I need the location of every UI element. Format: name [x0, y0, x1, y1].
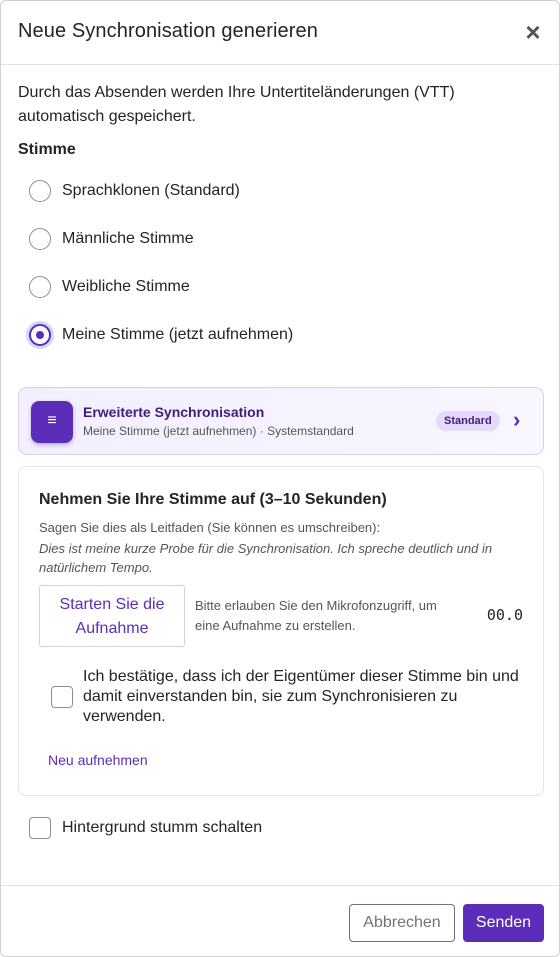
start-recording-button[interactable]: Starten Sie die Aufnahme	[39, 585, 185, 647]
radio-button[interactable]	[29, 180, 51, 202]
consent-label: Ich bestätige, dass ich der Eigentümer d…	[83, 668, 519, 725]
voice-option-label: Meine Stimme (jetzt aufnehmen)	[62, 326, 294, 343]
autosave-notice: Durch das Absenden werden Ihre Untertite…	[18, 84, 455, 125]
modal-header: Neue Synchronisation generieren ×	[1, 1, 559, 65]
modal-footer: Abbrechen Senden	[1, 885, 559, 957]
voice-section-label: Stimme	[18, 141, 76, 158]
recording-timer: 00.0	[486, 606, 523, 624]
standard-badge: Standard	[436, 411, 500, 431]
advanced-dubbing-title: Erweiterte Synchronisation	[83, 404, 265, 420]
radio-button[interactable]	[29, 276, 51, 298]
radio-button[interactable]	[29, 228, 51, 250]
radio-button-selected[interactable]	[29, 324, 51, 346]
chevron-right-icon[interactable]: ›	[513, 409, 520, 431]
voice-option-label: Männliche Stimme	[62, 230, 194, 247]
advanced-dubbing-subtitle: Meine Stimme (jetzt aufnehmen) · Systems…	[83, 424, 354, 438]
close-icon[interactable]: ×	[521, 18, 545, 46]
voice-option-label: Weibliche Stimme	[62, 278, 190, 295]
recording-title: Nehmen Sie Ihre Stimme auf (3–10 Sekunde…	[39, 491, 387, 508]
modal-title: Neue Synchronisation generieren	[18, 20, 318, 42]
advanced-dubbing-card[interactable]: ≡ Erweiterte Synchronisation Meine Stimm…	[18, 387, 544, 455]
voice-option-female[interactable]: Weibliche Stimme	[29, 275, 190, 299]
voice-recording-panel: Nehmen Sie Ihre Stimme auf (3–10 Sekunde…	[18, 466, 544, 796]
recording-hint: Sagen Sie dies als Leitfaden (Sie können…	[39, 520, 381, 535]
recording-script: Dies ist meine kurze Probe für die Synch…	[39, 541, 493, 575]
submit-button[interactable]: Senden	[463, 904, 544, 942]
rerecord-link[interactable]: Neu aufnehmen	[48, 752, 148, 768]
list-icon: ≡	[31, 401, 73, 443]
mic-permission-note: Bitte erlauben Sie den Mikrofonzugriff, …	[195, 598, 437, 633]
voice-option-clone[interactable]: Sprachklonen (Standard)	[29, 179, 240, 203]
dubbing-modal: Neue Synchronisation generieren × Durch …	[0, 0, 560, 957]
mute-background-label: Hintergrund stumm schalten	[62, 819, 263, 836]
voice-option-my-voice[interactable]: Meine Stimme (jetzt aufnehmen)	[29, 323, 293, 347]
cancel-button[interactable]: Abbrechen	[349, 904, 455, 942]
mute-background-checkbox[interactable]	[29, 817, 51, 839]
consent-checkbox[interactable]	[51, 686, 73, 708]
voice-option-male[interactable]: Männliche Stimme	[29, 227, 194, 251]
voice-option-label: Sprachklonen (Standard)	[62, 182, 240, 199]
